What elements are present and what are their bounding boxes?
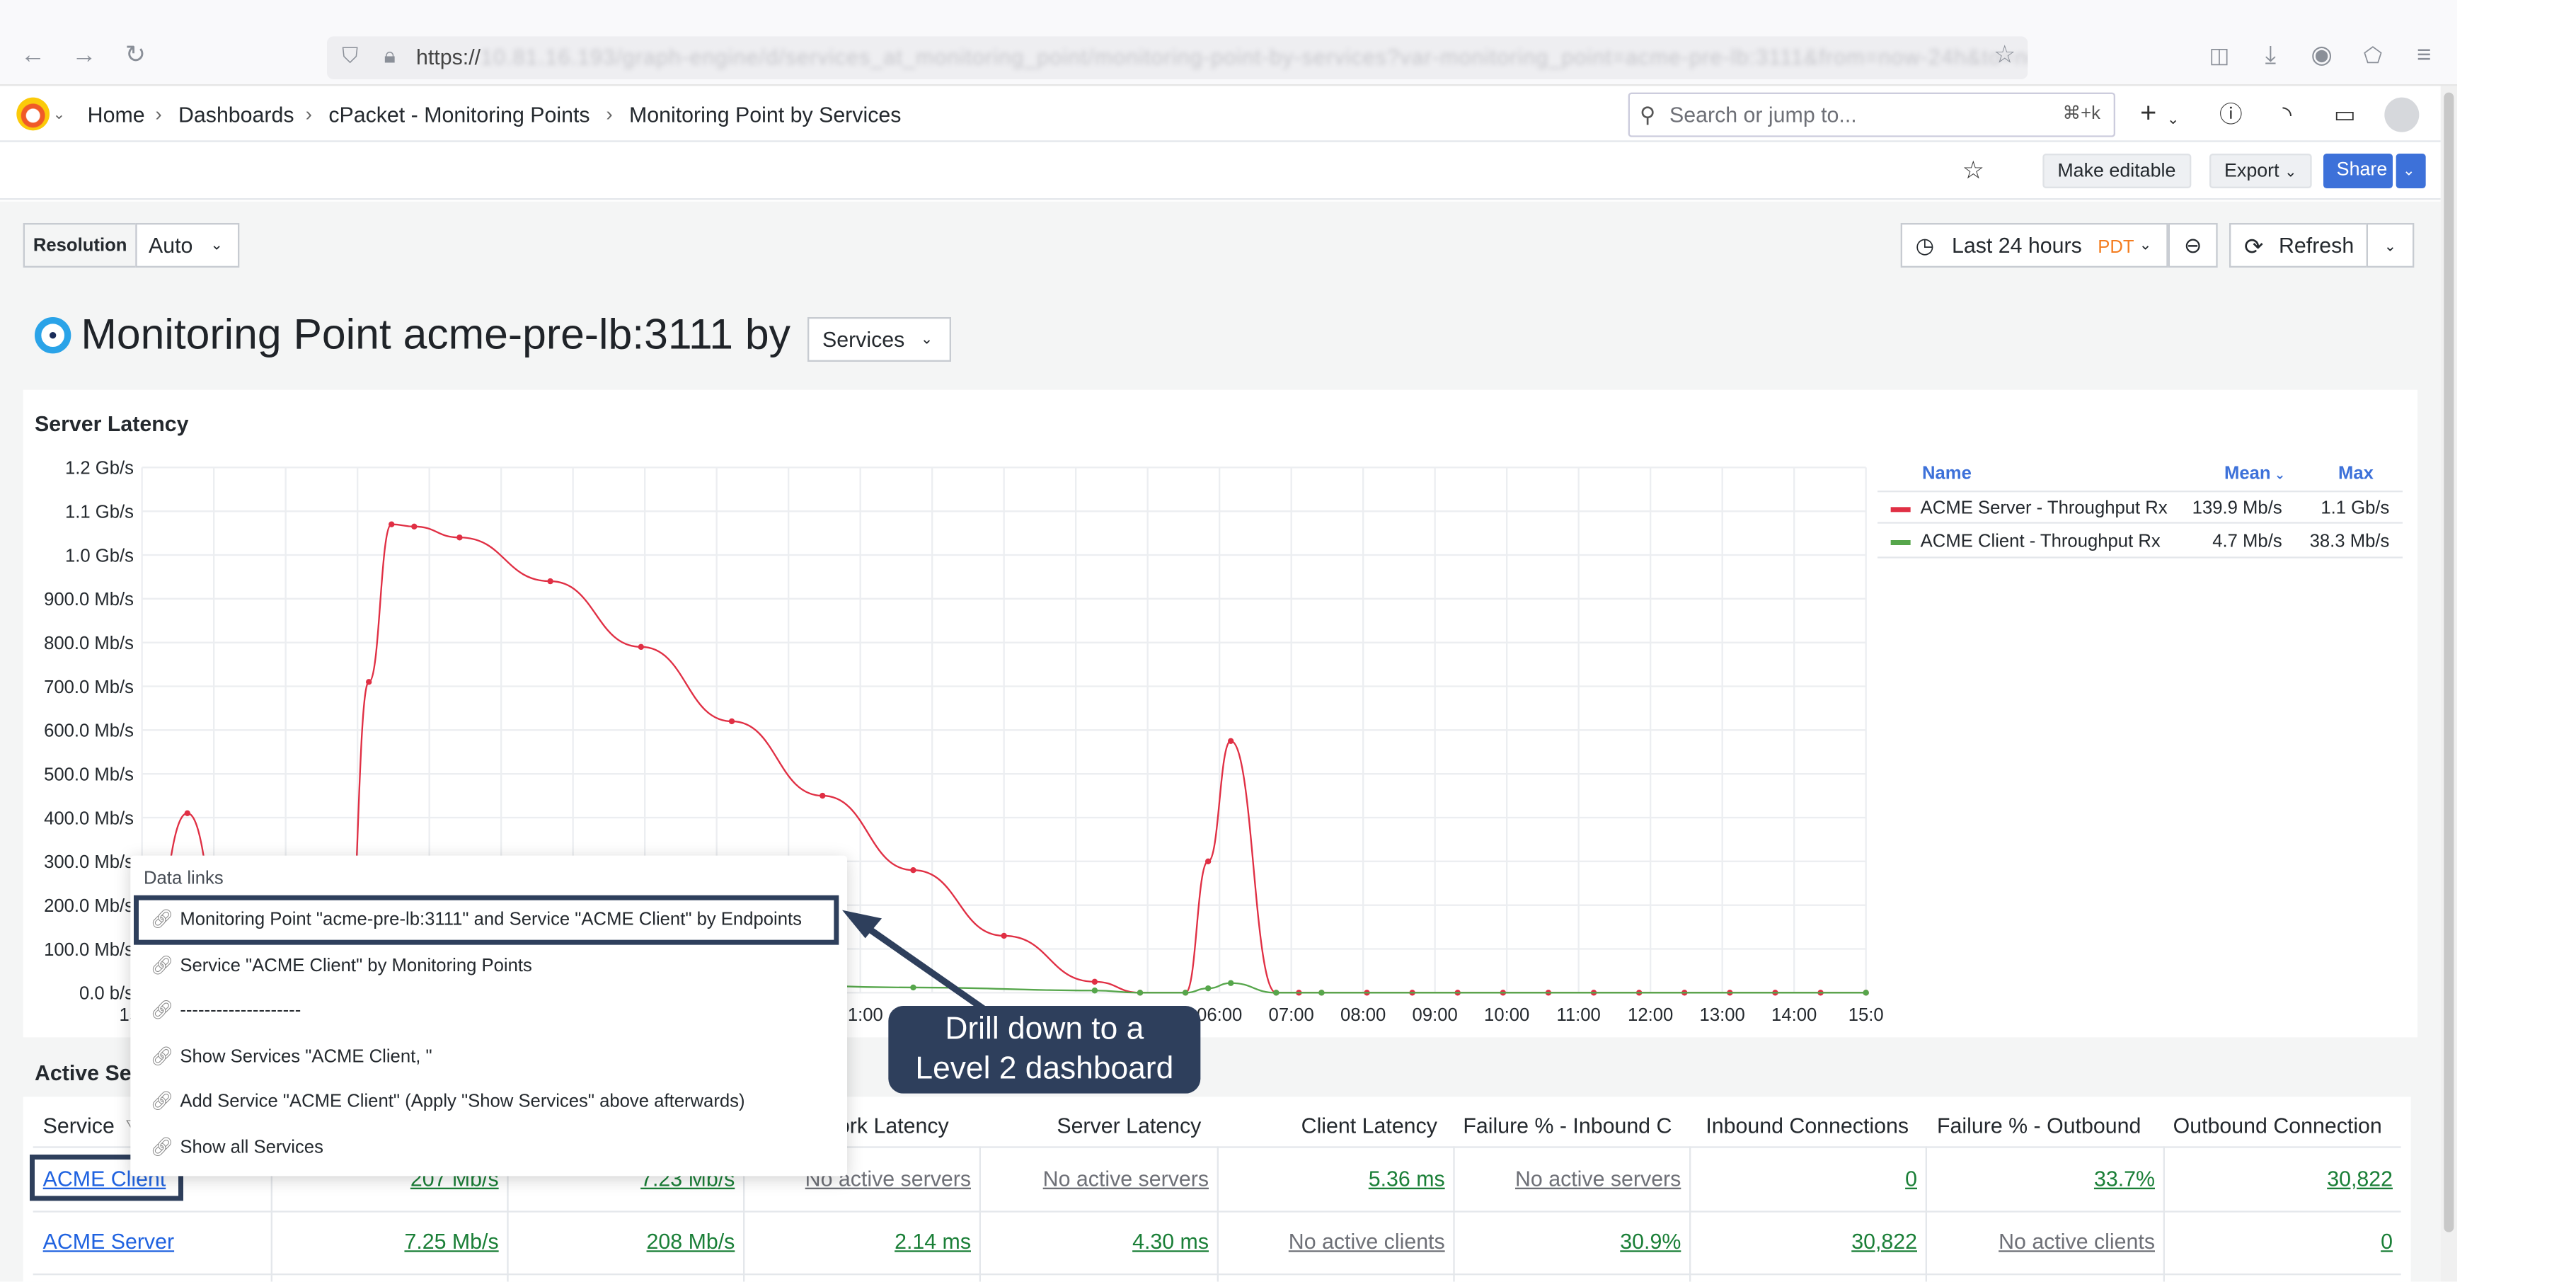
callout-annotation: Drill down to a Level 2 dashboard bbox=[888, 1006, 1201, 1094]
callout-arrow bbox=[842, 910, 987, 1012]
callout-line-2: Level 2 dashboard bbox=[915, 1052, 1174, 1087]
callout-line-1: Drill down to a bbox=[945, 1012, 1144, 1048]
